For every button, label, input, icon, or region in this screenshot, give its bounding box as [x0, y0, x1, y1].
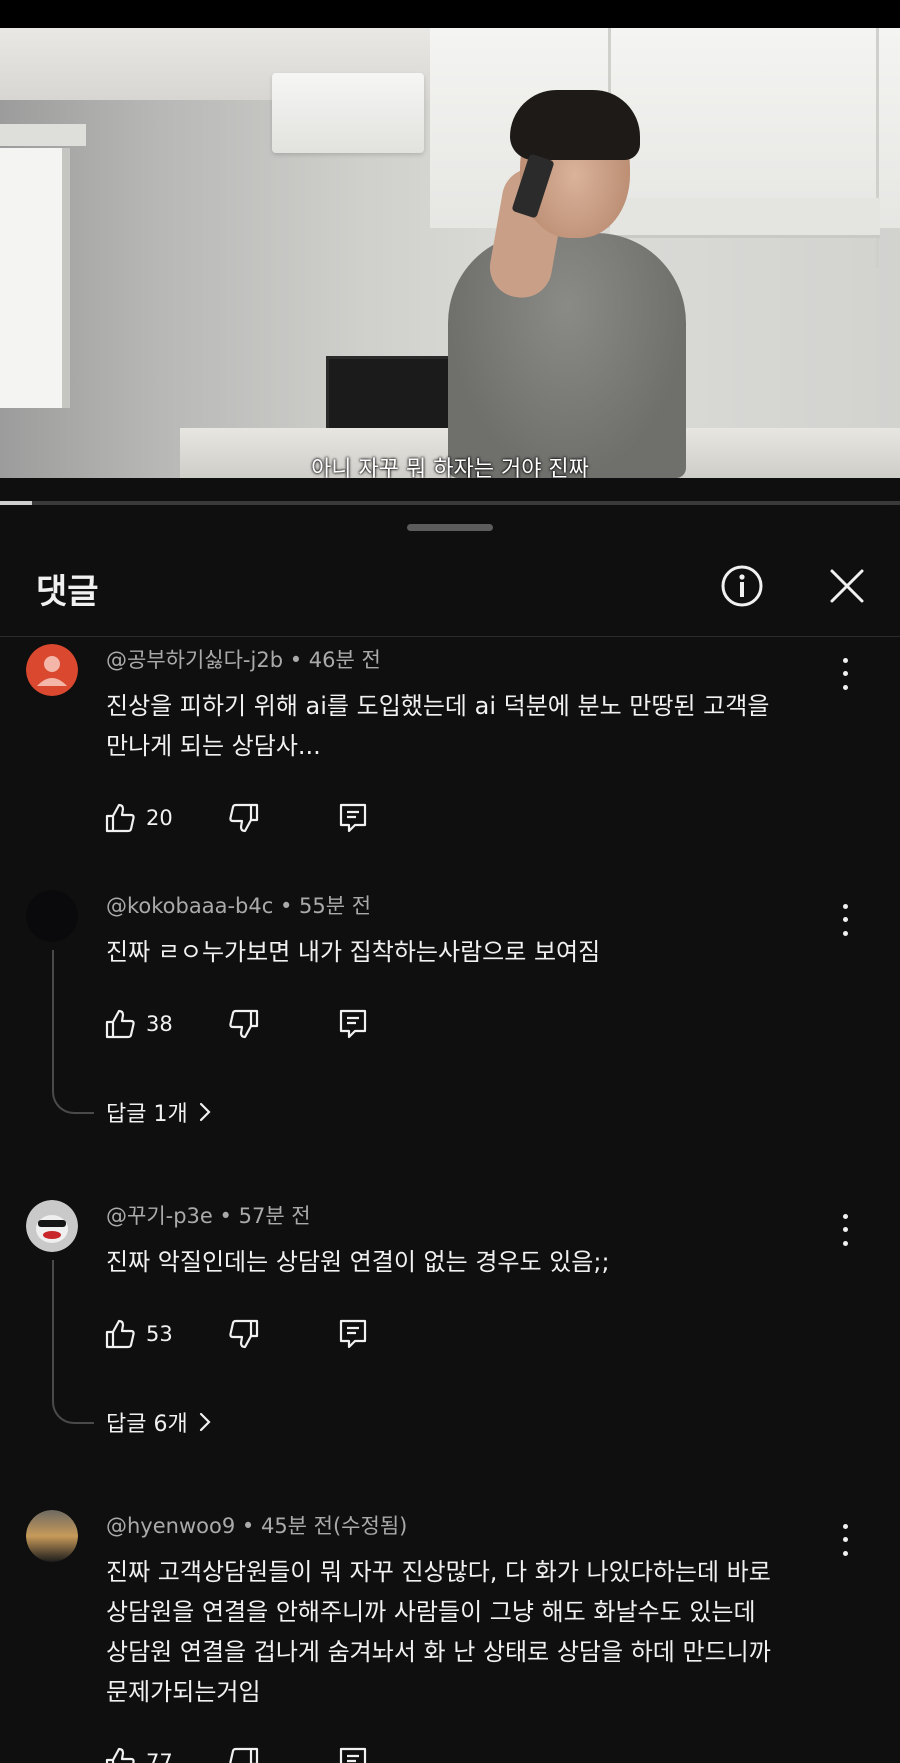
comment-text: 진짜 고객상담원들이 뭐 자꾸 진상많다, 다 화가 나있다하는데 바로 상담원… — [106, 1558, 771, 1706]
like-count: 38 — [146, 1012, 173, 1036]
comment-time: 57분 전 — [238, 1204, 311, 1228]
comment-actions: 20 — [104, 798, 424, 838]
avatar[interactable] — [26, 644, 78, 696]
comments-sheet: 댓글 @공부하기싫다-j2b • 46분 전 진상을 피하기 위해 ai를 도입… — [0, 508, 900, 1763]
meta-separator: • — [289, 648, 309, 672]
close-button[interactable] — [819, 558, 875, 614]
comment-actions: 38 — [104, 1004, 424, 1044]
view-replies-button[interactable]: 답글 6개 — [106, 1406, 212, 1438]
info-button[interactable] — [714, 558, 770, 614]
comment-author[interactable]: @꾸기-p3e — [106, 1204, 213, 1228]
reply-button[interactable] — [338, 1314, 368, 1354]
meta-separator: • — [241, 1514, 261, 1538]
info-icon — [721, 565, 763, 607]
comment-time: 45분 전(수정됨) — [260, 1514, 408, 1538]
video-subtitle: 아니 자꾸 뭐 하자는 거야 진짜 — [311, 457, 589, 478]
thumbs-down-icon — [229, 803, 259, 833]
comments-title: 댓글 — [36, 572, 99, 612]
thumbs-up-icon — [105, 803, 135, 833]
comment-actions: 77 — [104, 1742, 424, 1763]
header-divider — [0, 636, 900, 637]
avatar[interactable] — [26, 1200, 78, 1252]
reply-icon — [339, 1319, 367, 1349]
comment-author[interactable]: @hyenwoo9 — [106, 1514, 235, 1538]
avatar[interactable] — [26, 1510, 78, 1562]
chevron-right-icon — [199, 1412, 211, 1432]
comment-actions: 53 — [104, 1314, 424, 1354]
thread-line — [52, 950, 94, 1114]
thumbs-up-icon — [105, 1747, 135, 1763]
like-count: 53 — [146, 1322, 173, 1346]
like-button[interactable]: 53 — [104, 1314, 173, 1354]
reply-icon — [339, 803, 367, 833]
comment-text: 진상을 피하기 위해 ai를 도입했는데 ai 덕분에 분노 만땅된 고객을 만… — [106, 692, 770, 760]
more-options-button[interactable] — [830, 1210, 860, 1250]
photo-avatar-icon — [26, 1510, 78, 1562]
thumbs-down-icon — [229, 1009, 259, 1039]
video-progress-bar[interactable] — [0, 501, 900, 505]
meta-separator: • — [219, 1204, 239, 1228]
more-options-button[interactable] — [830, 1520, 860, 1560]
reply-button[interactable] — [338, 1742, 368, 1763]
like-count: 77 — [146, 1750, 173, 1763]
reply-icon — [339, 1747, 367, 1763]
comment-author[interactable]: @공부하기싫다-j2b — [106, 648, 283, 672]
comment-text: 진짜 악질인데는 상담원 연결이 없는 경우도 있음;; — [106, 1248, 610, 1276]
dislike-button[interactable] — [228, 798, 260, 838]
replies-count: 답글 6개 — [106, 1412, 188, 1437]
status-bar — [0, 0, 900, 28]
replies-count: 답글 1개 — [106, 1102, 188, 1127]
reply-icon — [339, 1009, 367, 1039]
comment-text: 진짜 ㄹㅇ누가보면 내가 집착하는사람으로 보여짐 — [106, 938, 601, 966]
default-avatar-icon — [26, 644, 78, 696]
reply-button[interactable] — [338, 798, 368, 838]
dislike-button[interactable] — [228, 1004, 260, 1044]
thumbs-down-icon — [229, 1319, 259, 1349]
comment-author[interactable]: @kokobaaa-b4c — [106, 894, 273, 918]
comment-time: 46분 전 — [308, 648, 381, 672]
dislike-button[interactable] — [228, 1314, 260, 1354]
more-options-button[interactable] — [830, 654, 860, 694]
dislike-button[interactable] — [228, 1742, 260, 1763]
more-options-button[interactable] — [830, 900, 860, 940]
thumbs-up-icon — [105, 1319, 135, 1349]
like-count: 20 — [146, 806, 173, 830]
video-progress-fill — [0, 501, 32, 505]
reply-button[interactable] — [338, 1004, 368, 1044]
sticker-avatar-icon — [26, 1200, 78, 1252]
like-button[interactable]: 20 — [104, 798, 173, 838]
video-player[interactable]: 아니 자꾸 뭐 하자는 거야 진짜 — [0, 28, 900, 478]
close-icon — [830, 569, 864, 603]
view-replies-button[interactable]: 답글 1개 — [106, 1096, 212, 1128]
comment-time: 55분 전 — [299, 894, 372, 918]
chevron-right-icon — [199, 1102, 211, 1122]
avatar[interactable] — [26, 890, 78, 942]
thread-line — [52, 1260, 94, 1424]
like-button[interactable]: 77 — [104, 1742, 173, 1763]
thumbs-up-icon — [105, 1009, 135, 1039]
drag-handle[interactable] — [407, 524, 493, 531]
meta-separator: • — [279, 894, 300, 918]
like-button[interactable]: 38 — [104, 1004, 173, 1044]
thumbs-down-icon — [229, 1747, 259, 1763]
